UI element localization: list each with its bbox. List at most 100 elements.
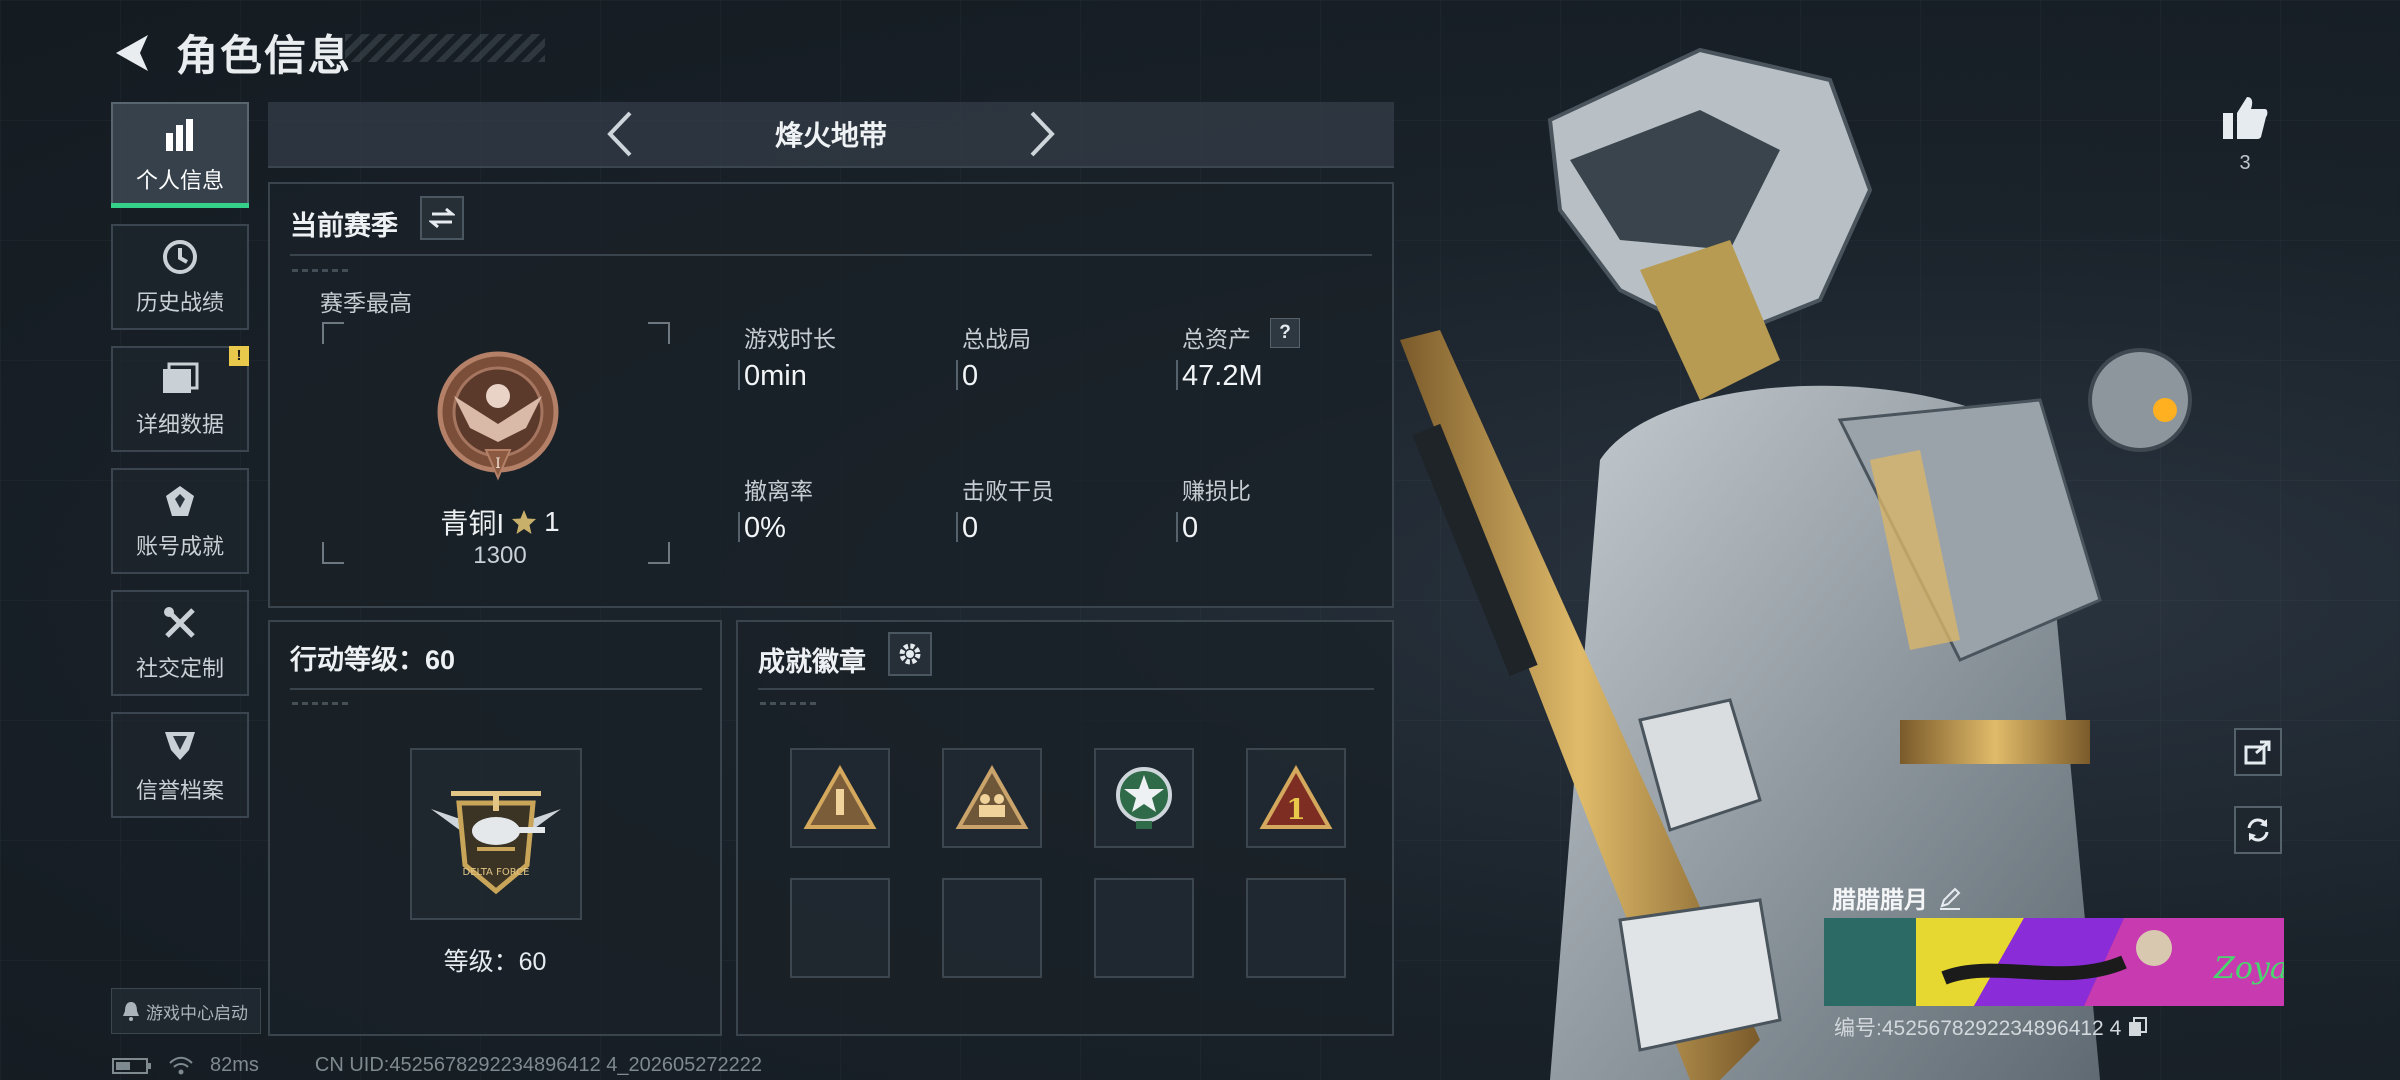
achievement-icon bbox=[160, 481, 200, 521]
stat-label: 赚损比 bbox=[1182, 478, 1251, 504]
badge-slot[interactable]: 1 bbox=[1246, 748, 1346, 848]
helicopter-emblem-icon: DELTA FORCE bbox=[431, 791, 561, 895]
nav-item-achievements[interactable]: 账号成就 bbox=[111, 468, 249, 574]
decoration bbox=[760, 702, 820, 705]
star-icon bbox=[512, 510, 537, 534]
svg-text:1: 1 bbox=[1286, 793, 1305, 826]
gear-icon bbox=[899, 643, 921, 665]
stat-label: 游戏时长 bbox=[744, 326, 836, 352]
nav-item-social[interactable]: 社交定制 bbox=[111, 590, 249, 696]
previous-mode-button[interactable] bbox=[597, 107, 641, 161]
frame-corner bbox=[322, 322, 344, 344]
back-button[interactable] bbox=[110, 31, 154, 75]
frame-corner bbox=[648, 542, 670, 564]
bar-chart-icon bbox=[160, 115, 200, 155]
number-one-badge-icon: 1 bbox=[1259, 765, 1333, 829]
rank-line: 青铜I 1 bbox=[430, 502, 570, 542]
stat-divider bbox=[738, 360, 740, 390]
nav-label: 社交定制 bbox=[135, 656, 224, 681]
player-name-row: 腊腊腊月 bbox=[1832, 880, 1962, 915]
level-emblem-frame: DELTA FORCE bbox=[410, 748, 582, 920]
badge-settings-button[interactable] bbox=[888, 632, 932, 676]
question-icon: ? bbox=[1279, 322, 1291, 343]
back-arrow-icon bbox=[116, 34, 148, 71]
nav-label: 历史战绩 bbox=[135, 290, 224, 315]
stat-value: 0% bbox=[744, 512, 786, 544]
ping-value: 82ms bbox=[210, 1054, 259, 1076]
edit-icon[interactable] bbox=[1938, 886, 1962, 910]
uid-text: CN UID:4525678292234896412 4_20260527222… bbox=[314, 1054, 762, 1076]
frame-corner bbox=[648, 322, 670, 344]
season-title: 当前赛季 bbox=[290, 211, 398, 241]
tools-icon bbox=[160, 603, 200, 643]
stat-value: 0min bbox=[744, 360, 807, 392]
battery-icon bbox=[112, 1057, 151, 1074]
share-icon bbox=[2244, 740, 2271, 765]
badge-slot[interactable] bbox=[790, 748, 890, 848]
divider bbox=[758, 688, 1374, 690]
empty-badge-slot[interactable] bbox=[1094, 878, 1194, 978]
level-text: 等级：60 bbox=[443, 948, 547, 976]
divider bbox=[290, 688, 702, 690]
badges-title: 成就徽章 bbox=[758, 647, 866, 677]
status-footer: 82ms CN UID:4525678292234896412 4_202605… bbox=[112, 1054, 762, 1077]
page-title: 角色信息 bbox=[176, 32, 353, 79]
player-card-banner[interactable]: Zoya bbox=[1824, 918, 2284, 1006]
nav-item-detailed-data[interactable]: ! 详细数据 bbox=[111, 346, 249, 452]
action-level-title: 行动等级：60 bbox=[290, 645, 456, 675]
rank-name: 青铜I bbox=[440, 508, 505, 539]
divider bbox=[290, 254, 1372, 256]
badge-slot[interactable] bbox=[1094, 748, 1194, 848]
refresh-button[interactable] bbox=[2234, 806, 2282, 854]
stat-label: 击败干员 bbox=[962, 478, 1054, 504]
stat-value: 0 bbox=[1182, 512, 1199, 544]
action-level-panel: 行动等级：60 DELTA FORCE 等级：60 bbox=[268, 620, 722, 1036]
like-button[interactable]: 3 bbox=[2210, 95, 2280, 175]
empty-badge-slot[interactable] bbox=[942, 878, 1042, 978]
swap-icon bbox=[429, 207, 455, 229]
history-icon bbox=[160, 237, 200, 277]
stat-value: 47.2M bbox=[1182, 360, 1263, 392]
star-medal-icon bbox=[1116, 767, 1172, 829]
share-button[interactable] bbox=[2234, 728, 2282, 776]
svg-text:I: I bbox=[495, 456, 501, 472]
sidebar-nav: 个人信息 历史战绩 ! 详细数据 账号成就 社交定制 信誉档案 bbox=[111, 102, 249, 834]
copy-icon[interactable] bbox=[2127, 1016, 2149, 1038]
next-mode-button[interactable] bbox=[1021, 107, 1065, 161]
nav-label: 详细数据 bbox=[135, 412, 224, 437]
nav-item-personal-info[interactable]: 个人信息 bbox=[111, 102, 249, 208]
season-best-label: 赛季最高 bbox=[320, 290, 412, 316]
thumbs-up-icon bbox=[2223, 97, 2268, 139]
player-name: 腊腊腊月 bbox=[1832, 887, 1928, 914]
stat-divider bbox=[738, 512, 740, 542]
empty-badge-slot[interactable] bbox=[1246, 878, 1346, 978]
nav-item-history[interactable]: 历史战绩 bbox=[111, 224, 249, 330]
chevron-right-icon bbox=[1030, 111, 1055, 157]
shield-icon bbox=[160, 725, 200, 765]
decoration bbox=[292, 702, 352, 705]
mode-name: 烽火地带 bbox=[774, 120, 887, 151]
game-center-label: 游戏中心启动 bbox=[146, 1003, 248, 1023]
decoration bbox=[292, 269, 352, 272]
game-center-button[interactable]: 游戏中心启动 bbox=[111, 988, 261, 1034]
rank-emblem-icon: I bbox=[428, 346, 568, 491]
badge-slot[interactable] bbox=[942, 748, 1042, 848]
help-button[interactable]: ? bbox=[1270, 318, 1300, 348]
like-count: 3 bbox=[2239, 152, 2251, 174]
stat-value: 0 bbox=[962, 512, 979, 544]
stat-label: 总资产 bbox=[1182, 326, 1251, 352]
stat-divider bbox=[1176, 360, 1178, 390]
stat-label: 总战局 bbox=[962, 326, 1031, 352]
refresh-icon bbox=[2247, 818, 2269, 842]
nav-label: 信誉档案 bbox=[135, 778, 224, 803]
triangle-badge-icon bbox=[803, 765, 877, 829]
player-id-row: 编号:4525678292234896412 4 bbox=[1834, 1012, 2149, 1042]
player-id: 编号:4525678292234896412 4 bbox=[1834, 1017, 2122, 1040]
chevron-left-icon bbox=[607, 111, 632, 157]
switch-season-button[interactable] bbox=[420, 196, 464, 240]
alert-badge: ! bbox=[229, 346, 249, 366]
nav-label: 个人信息 bbox=[135, 168, 224, 193]
empty-badge-slot[interactable] bbox=[790, 878, 890, 978]
nav-item-reputation[interactable]: 信誉档案 bbox=[111, 712, 249, 818]
page-header: 角色信息 bbox=[110, 22, 352, 83]
